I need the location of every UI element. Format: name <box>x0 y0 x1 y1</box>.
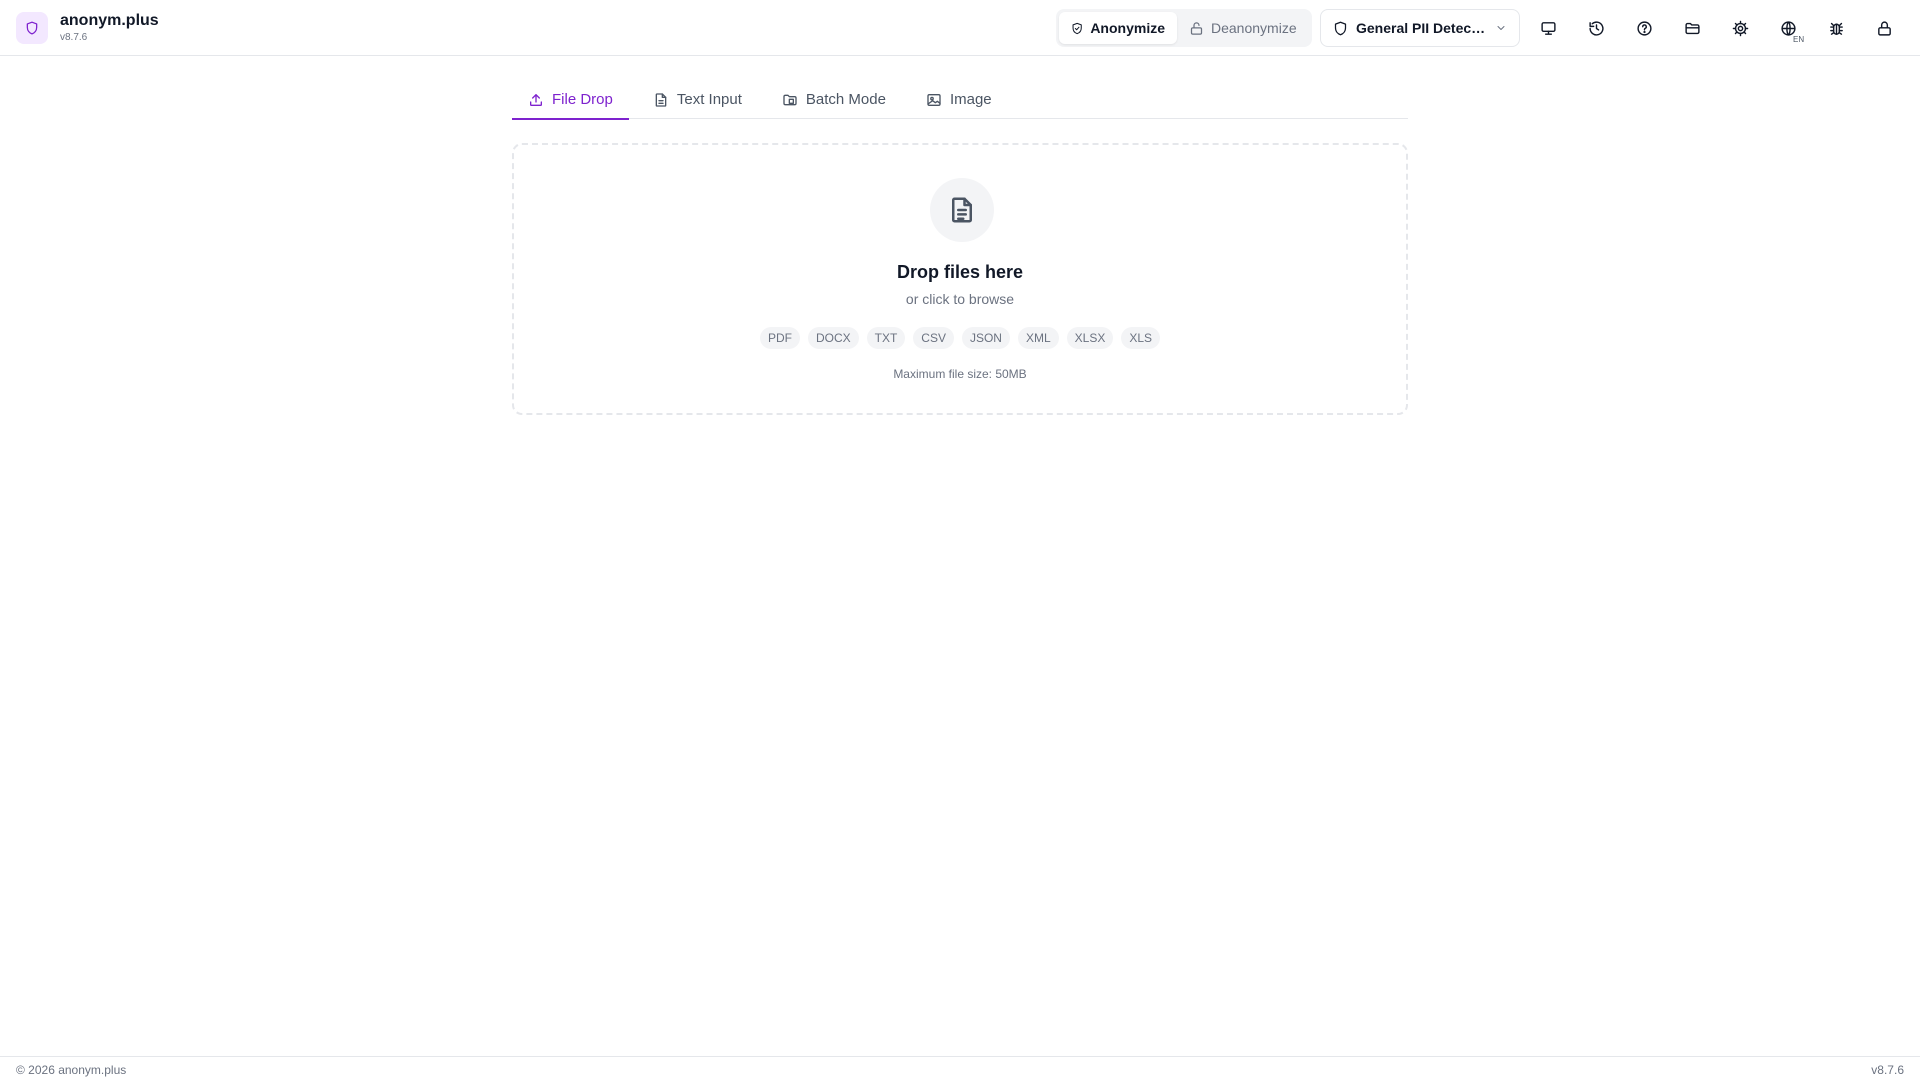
format-badge: XLS <box>1121 327 1161 349</box>
lock-icon <box>1877 20 1891 36</box>
history-button[interactable] <box>1576 8 1616 48</box>
image-icon <box>927 93 941 106</box>
format-badge: XLSX <box>1066 327 1114 349</box>
tab-label: Batch Mode <box>805 91 886 108</box>
deanonymize-label: Deanonymize <box>1211 20 1297 36</box>
display-button[interactable] <box>1528 8 1568 48</box>
profile-selected-label: General PII Detecti... <box>1356 20 1488 36</box>
globe-icon <box>1780 20 1796 36</box>
chevron-down-icon <box>1497 26 1505 30</box>
format-badge: JSON <box>961 327 1010 349</box>
max-file-size: Maximum file size: 50MB <box>893 367 1027 381</box>
file-text-icon <box>952 197 972 223</box>
drop-icon-circle <box>930 178 994 242</box>
lock-button[interactable] <box>1864 8 1904 48</box>
language-badge: EN <box>1793 35 1805 44</box>
drop-title: Drop files here <box>896 262 1024 282</box>
folder-icon <box>1684 22 1700 34</box>
tab-image[interactable]: Image <box>910 80 1008 119</box>
brand[interactable]: anonym.plus v8.7.6 <box>16 12 159 44</box>
brand-name: anonym.plus <box>60 12 159 29</box>
app-root: anonym.plus v8.7.6 Anonymize Deanonymize… <box>0 0 1920 1080</box>
settings-button[interactable] <box>1720 8 1760 48</box>
tab-text-input[interactable]: Text Input <box>637 80 758 119</box>
bug-icon <box>1829 22 1843 35</box>
format-badge: CSV <box>913 327 954 349</box>
language-button[interactable]: EN <box>1768 8 1808 48</box>
anonymize-label: Anonymize <box>1090 20 1165 36</box>
tab-label: File Drop <box>552 91 613 108</box>
tab-batch-mode[interactable]: Batch Mode <box>766 80 902 119</box>
footer-copyright: © 2026 anonym.plus <box>16 1063 127 1077</box>
history-icon <box>1588 20 1604 36</box>
top-header: anonym.plus v8.7.6 Anonymize Deanonymize… <box>0 0 1920 56</box>
brand-text: anonym.plus v8.7.6 <box>60 12 159 44</box>
header-toolbar: EN <box>1528 8 1912 48</box>
tab-label: Text Input <box>676 91 742 108</box>
open-folder-button[interactable] <box>1672 8 1712 48</box>
monitor-icon <box>1540 21 1556 35</box>
help-icon <box>1636 20 1652 36</box>
format-badge: TXT <box>866 327 906 349</box>
tab-label: Image <box>949 91 992 108</box>
shield-check-icon <box>1072 22 1082 34</box>
folder-batch-icon <box>783 94 797 105</box>
help-button[interactable] <box>1624 8 1664 48</box>
document-icon <box>655 92 667 107</box>
mode-toggle: Anonymize Deanonymize <box>1056 9 1312 47</box>
drop-subtitle: or click to browse <box>905 291 1015 307</box>
shield-icon <box>1334 21 1347 35</box>
footer-version: v8.7.6 <box>1871 1063 1904 1077</box>
format-badge: DOCX <box>807 327 859 349</box>
settings-icon <box>1732 20 1748 36</box>
supported-formats: PDF DOCX TXT CSV JSON XML XLSX XLS <box>514 327 1406 349</box>
input-tabs: File Drop Text Input Batch Mode Image <box>512 80 1408 120</box>
anonymize-mode-button[interactable]: Anonymize <box>1059 12 1177 44</box>
upload-icon <box>530 93 542 106</box>
format-badge: XML <box>1017 327 1059 349</box>
footer: © 2026 anonym.plus v8.7.6 <box>0 1056 1920 1080</box>
format-badge: PDF <box>759 327 800 349</box>
brand-version: v8.7.6 <box>60 32 88 43</box>
unlock-icon <box>1190 21 1203 35</box>
debug-button[interactable] <box>1816 8 1856 48</box>
deanonymize-mode-button[interactable]: Deanonymize <box>1177 12 1309 44</box>
shield-icon <box>16 12 48 44</box>
tab-file-drop[interactable]: File Drop <box>512 80 629 120</box>
file-drop-zone[interactable]: Drop files here or click to browse PDF D… <box>512 143 1408 415</box>
detection-profile-select[interactable]: General PII Detecti... <box>1320 9 1520 47</box>
